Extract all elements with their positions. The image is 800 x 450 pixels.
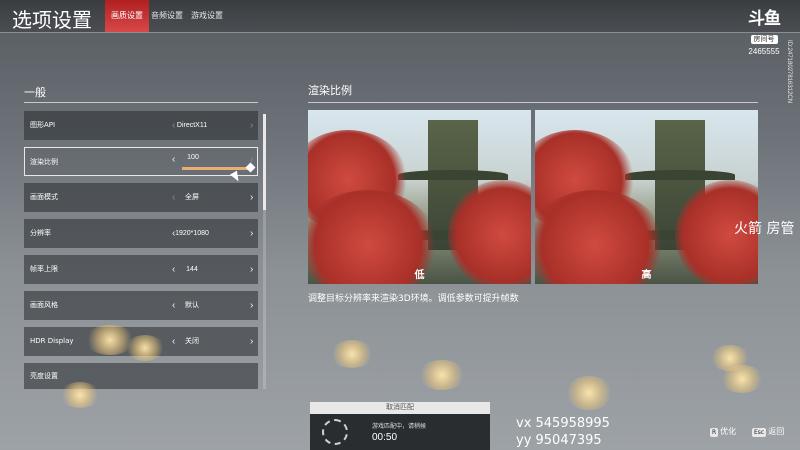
room-id: 2465555 <box>748 47 780 56</box>
tab-graphics[interactable]: 画质设置 <box>105 0 149 32</box>
setting-label: 亮度设置 <box>30 372 58 380</box>
optimize-hint[interactable]: R 优化 <box>710 426 736 437</box>
back-hint[interactable]: Esc 返回 <box>752 426 784 437</box>
tab-game[interactable]: 游戏设置 <box>185 0 229 32</box>
chevron-right-icon[interactable]: › <box>250 183 253 212</box>
lantern-glow <box>330 340 374 368</box>
render-scale-description: 调整目标分辨率来渲染3D环境。调低参数可提升帧数 <box>308 294 519 304</box>
slider-fill <box>182 167 251 170</box>
douyu-logo: 斗鱼 房间号 2465555 <box>742 10 786 56</box>
setting-label: 图形API <box>30 121 56 129</box>
setting-label: 画面模式 <box>30 193 58 201</box>
scrollbar-thumb[interactable] <box>263 114 266 210</box>
yy-overlay-text: yy 95047395 <box>516 433 602 448</box>
setting-label: 画面风格 <box>30 301 58 309</box>
matchmaking-timer: 00:50 <box>372 432 398 443</box>
tab-audio[interactable]: 音频设置 <box>145 0 189 32</box>
chevron-right-icon[interactable]: › <box>250 255 253 284</box>
setting-value: DirectX11 <box>176 122 208 129</box>
setting-row-resolution[interactable]: 分辨率 ‹ 1920*1080 › <box>24 219 258 248</box>
side-watermark-id: ID:24718027816312CN <box>786 40 792 104</box>
logo-mark: 斗鱼 <box>748 9 781 29</box>
preview-low-label: 低 <box>414 270 425 281</box>
setting-value: 全屏 <box>185 194 199 201</box>
lantern-glow <box>418 360 466 390</box>
optimize-hint-label: 优化 <box>720 427 737 436</box>
lantern-glow <box>125 335 165 361</box>
lantern-glow <box>60 382 100 408</box>
streamer-overlay-text: 火箭 房管 <box>734 221 795 237</box>
preview-high-label: 高 <box>641 270 652 281</box>
key-r-icon: R <box>710 428 719 437</box>
vx-overlay-text: vx 545958995 <box>516 416 610 431</box>
setting-row-render-scale[interactable]: 渲染比例 ‹ 100 › <box>24 147 258 176</box>
general-section-title: 一般 <box>24 86 46 99</box>
preview-divider <box>308 102 758 103</box>
preview-section-title: 渲染比例 <box>308 84 352 97</box>
back-hint-label: 返回 <box>768 427 785 436</box>
key-esc-icon: Esc <box>752 428 767 437</box>
setting-row-brightness[interactable]: 亮度设置 <box>24 363 258 389</box>
page-title: 选项设置 <box>12 8 92 32</box>
room-label: 房间号 <box>750 35 778 44</box>
lantern-glow <box>720 365 764 393</box>
setting-value: 144 <box>186 266 198 273</box>
setting-label: 帧率上限 <box>30 265 58 273</box>
setting-label: HDR Display <box>30 337 74 345</box>
setting-value: 1920*1080 <box>175 230 209 237</box>
chevron-right-icon[interactable]: › <box>250 219 253 248</box>
chevron-right-icon[interactable]: › <box>250 327 253 356</box>
lantern-glow <box>565 376 613 410</box>
setting-label: 渲染比例 <box>30 158 58 166</box>
preview-image-low: 低 <box>308 110 531 284</box>
setting-row-frame-limit[interactable]: 帧率上限 ‹ 144 › <box>24 255 258 284</box>
slider-handle[interactable] <box>245 162 256 173</box>
setting-label: 分辨率 <box>30 229 51 237</box>
setting-row-display-mode[interactable]: 画面模式 ‹ 全屏 › <box>24 183 258 212</box>
setting-row-graphics-api[interactable]: 图形API ‹ DirectX11 › <box>24 111 258 140</box>
setting-row-visual-style[interactable]: 画面风格 ‹ 默认 › <box>24 291 258 320</box>
cancel-match-button[interactable]: 取消匹配 <box>310 402 490 414</box>
matchmaking-spinner-icon <box>322 419 348 445</box>
chevron-right-icon[interactable]: › <box>250 111 253 140</box>
matchmaking-status: 游戏匹配中，请稍候 <box>372 424 427 430</box>
general-divider <box>24 102 258 103</box>
preview-image-high: 高 <box>535 110 758 284</box>
render-scale-slider[interactable] <box>182 162 256 173</box>
setting-value: 默认 <box>185 302 199 309</box>
matchmaking-panel: 取消匹配 游戏匹配中，请稍候 00:50 <box>310 402 490 450</box>
chevron-right-icon[interactable]: › <box>250 291 253 320</box>
